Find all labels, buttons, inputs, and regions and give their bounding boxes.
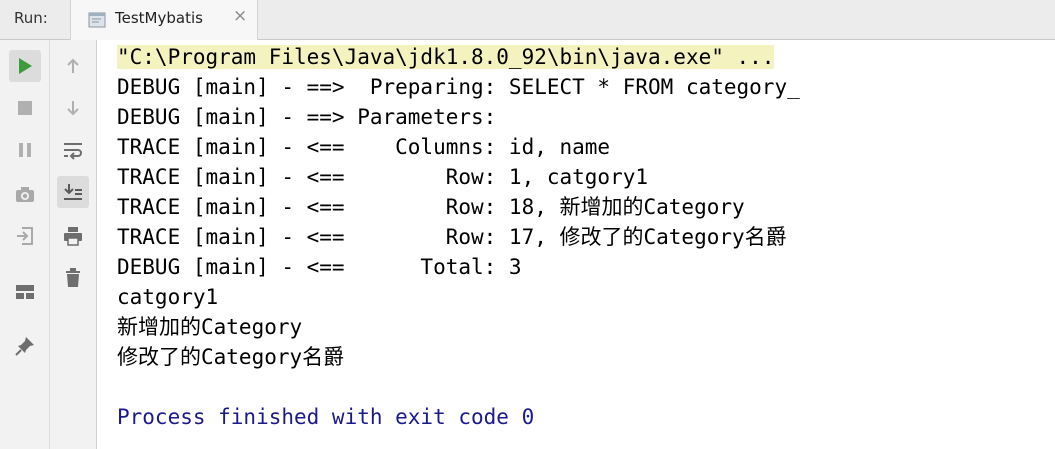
tab-title: TestMybatis — [115, 9, 203, 27]
pin-icon — [15, 337, 34, 356]
console-line: 新增加的Category — [117, 315, 303, 339]
trash-icon — [66, 268, 80, 287]
console-line: DEBUG [main] - <== Total: 3 — [117, 255, 522, 279]
soft-wrap-icon — [64, 143, 82, 160]
run-label: Run: — [14, 9, 48, 27]
play-icon — [19, 58, 32, 74]
stop-icon — [18, 101, 32, 115]
clear-all-button[interactable] — [57, 262, 89, 294]
run-toolbar-left — [0, 40, 50, 449]
scroll-to-end-button[interactable] — [57, 176, 89, 208]
console-line: DEBUG [main] - ==> Parameters: — [117, 105, 509, 129]
dump-threads-button[interactable] — [9, 178, 41, 210]
soft-wrap-button[interactable] — [57, 134, 89, 166]
console-line: TRACE [main] - <== Row: 18, 新增加的Category — [117, 195, 745, 219]
run-tab-testmybatis[interactable]: TestMybatis × — [70, 0, 258, 40]
close-icon[interactable]: × — [233, 8, 247, 25]
stop-button[interactable] — [9, 92, 41, 124]
console-command-line: "C:\Program Files\Java\jdk1.8.0_92\bin\j… — [117, 42, 812, 72]
command-text: "C:\Program Files\Java\jdk1.8.0_92\bin\j… — [117, 45, 775, 69]
pin-button[interactable] — [9, 330, 41, 362]
console-line: TRACE [main] - <== Row: 1, catgory1 — [117, 165, 649, 189]
exit-icon — [17, 227, 33, 245]
console-toolbar — [50, 40, 97, 449]
console-line: TRACE [main] - <== Columns: id, name — [117, 135, 611, 159]
previous-occurrence-button[interactable] — [57, 50, 89, 82]
console-line: TRACE [main] - <== Row: 17, 修改了的Category… — [117, 225, 787, 249]
arrow-up-icon — [67, 58, 79, 73]
console-line: catgory1 — [117, 285, 219, 309]
console-line: 修改了的Category名爵 — [117, 345, 345, 369]
layout-button[interactable] — [9, 276, 41, 308]
next-occurrence-button[interactable] — [57, 92, 89, 124]
camera-icon — [16, 187, 34, 202]
arrow-down-icon — [67, 101, 79, 116]
print-icon — [64, 227, 82, 246]
console-output[interactable]: "C:\Program Files\Java\jdk1.8.0_92\bin\j… — [97, 40, 1055, 449]
process-finished-line: Process finished with exit code 0 — [117, 405, 535, 429]
pause-icon — [19, 143, 31, 157]
exit-button[interactable] — [9, 220, 41, 252]
layout-icon — [16, 285, 34, 299]
console-tab-icon — [87, 10, 107, 30]
run-tab-bar: Run: TestMybatis × — [0, 0, 1055, 40]
scroll-to-end-icon — [64, 184, 82, 200]
pause-button[interactable] — [9, 134, 41, 166]
console-line: DEBUG [main] - ==> Preparing: SELECT * F… — [117, 75, 813, 99]
rerun-button[interactable] — [9, 50, 41, 82]
print-button[interactable] — [57, 220, 89, 252]
